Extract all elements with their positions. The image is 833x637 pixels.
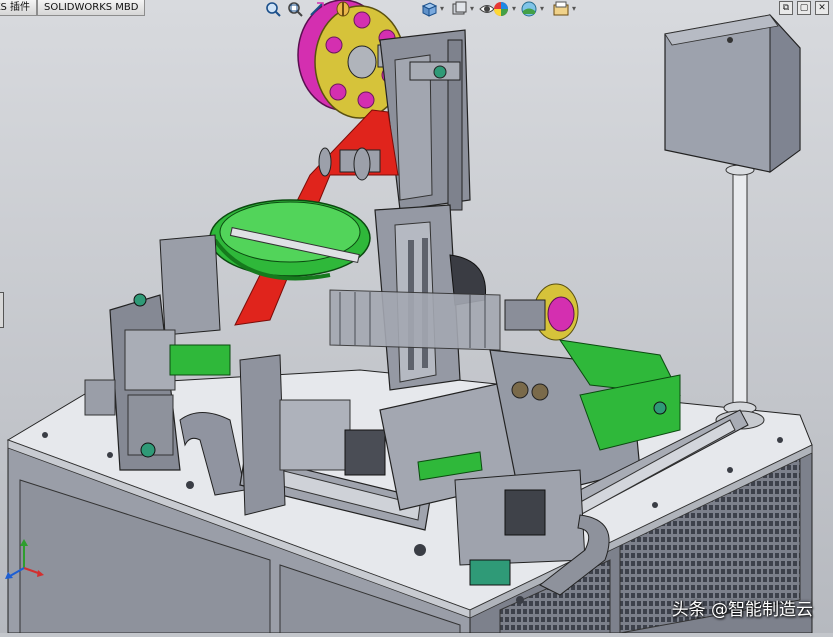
close-window-button[interactable]: ✕ bbox=[815, 1, 829, 15]
model-view[interactable] bbox=[0, 0, 833, 634]
section-view-icon[interactable] bbox=[334, 0, 352, 18]
zoom-area-icon[interactable] bbox=[286, 0, 304, 18]
reference-triad-icon bbox=[5, 539, 44, 579]
zoom-to-fit-icon[interactable] bbox=[264, 0, 282, 18]
view-orientation-icon[interactable] bbox=[420, 0, 438, 18]
watermark-label: 头条 @智能制造云 bbox=[671, 600, 813, 620]
command-manager-tabs: RKS 插件 SOLIDWORKS MBD bbox=[0, 0, 146, 16]
display-style-icon[interactable] bbox=[450, 0, 468, 18]
window-controls: ⧉ ▢ ✕ bbox=[779, 1, 829, 15]
feature-manager-panel-handle[interactable] bbox=[0, 292, 4, 328]
tab-solidworks-mbd[interactable]: SOLIDWORKS MBD bbox=[37, 0, 146, 16]
tab-rks-plugin[interactable]: RKS 插件 bbox=[0, 0, 38, 16]
heads-up-view-toolbar: ▾ ▾ ▾ ▾ ▾ ▾ bbox=[264, 0, 599, 18]
apply-scene-icon[interactable] bbox=[520, 0, 538, 18]
view-settings-icon[interactable] bbox=[552, 0, 570, 18]
maximize-window-button[interactable]: ▢ bbox=[797, 1, 811, 15]
previous-view-icon[interactable] bbox=[308, 0, 326, 18]
edit-appearance-icon[interactable] bbox=[492, 0, 510, 18]
restore-window-button[interactable]: ⧉ bbox=[779, 1, 793, 15]
graphics-area[interactable]: RKS 插件 SOLIDWORKS MBD ▾ bbox=[0, 0, 833, 634]
